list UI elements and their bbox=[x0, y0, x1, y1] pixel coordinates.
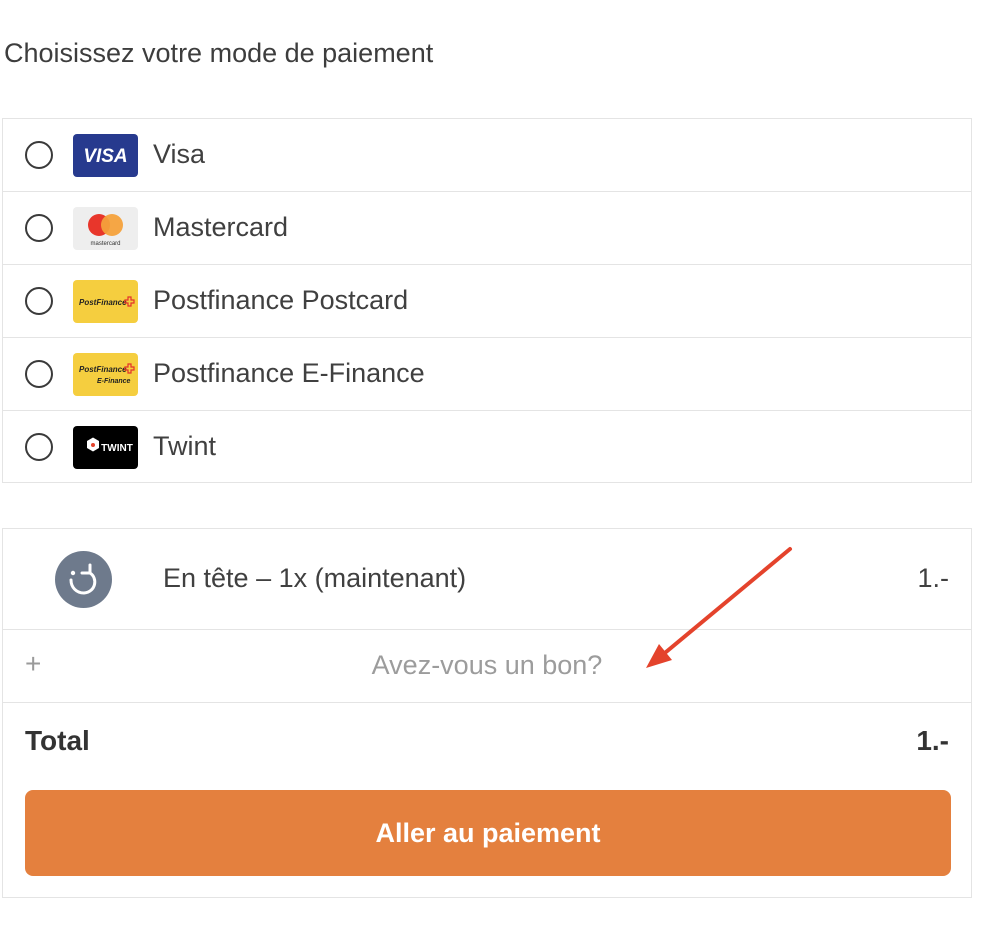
radio-button[interactable] bbox=[25, 433, 53, 461]
visa-logo: VISA bbox=[73, 134, 138, 177]
svg-text:mastercard: mastercard bbox=[90, 241, 120, 247]
order-summary: En tête – 1x (maintenant) 1.- + Avez-vou… bbox=[2, 528, 972, 898]
payment-option-label: Postfinance Postcard bbox=[153, 285, 409, 315]
payment-option-twint[interactable]: TWINT Twint bbox=[3, 411, 971, 484]
radio-button[interactable] bbox=[25, 214, 53, 242]
total-row: Total 1.- bbox=[3, 703, 971, 781]
boost-arrow-icon bbox=[55, 551, 112, 608]
payment-option-label: Twint bbox=[153, 431, 217, 461]
svg-text:PostFinance: PostFinance bbox=[79, 365, 127, 374]
svg-text:VISA: VISA bbox=[83, 146, 127, 167]
voucher-toggle[interactable]: + Avez-vous un bon? bbox=[3, 630, 971, 703]
go-to-payment-button[interactable]: Aller au paiement bbox=[25, 790, 951, 876]
order-item-label: En tête – 1x (maintenant) bbox=[163, 563, 467, 593]
page-title: Choisissez votre mode de paiement bbox=[4, 38, 434, 68]
twint-logo: TWINT bbox=[73, 426, 138, 469]
payment-option-label: Mastercard bbox=[153, 212, 289, 242]
payment-option-visa[interactable]: VISA Visa bbox=[3, 119, 971, 192]
radio-button[interactable] bbox=[25, 287, 53, 315]
payment-option-postfinance-efinance[interactable]: PostFinance E-Finance Postfinance E-Fina… bbox=[3, 338, 971, 411]
postfinance-logo: PostFinance bbox=[73, 280, 138, 323]
order-item-price: 1.- bbox=[917, 563, 949, 593]
payment-methods-list: VISA Visa mastercard Mastercard PostFina… bbox=[2, 118, 972, 483]
payment-option-postfinance-postcard[interactable]: PostFinance Postfinance Postcard bbox=[3, 265, 971, 338]
voucher-link[interactable]: Avez-vous un bon? bbox=[3, 650, 971, 681]
mastercard-logo: mastercard bbox=[73, 207, 138, 250]
payment-option-mastercard[interactable]: mastercard Mastercard bbox=[3, 192, 971, 265]
radio-button[interactable] bbox=[25, 141, 53, 169]
total-label: Total bbox=[25, 725, 90, 756]
svg-text:E-Finance: E-Finance bbox=[97, 378, 131, 385]
radio-button[interactable] bbox=[25, 360, 53, 388]
svg-text:PostFinance: PostFinance bbox=[79, 298, 127, 307]
postfinance-efinance-logo: PostFinance E-Finance bbox=[73, 353, 138, 396]
payment-option-label: Postfinance E-Finance bbox=[153, 358, 425, 388]
total-value: 1.- bbox=[916, 725, 949, 756]
payment-option-label: Visa bbox=[153, 139, 206, 169]
order-item: En tête – 1x (maintenant) 1.- bbox=[3, 529, 971, 630]
svg-text:TWINT: TWINT bbox=[101, 443, 133, 454]
